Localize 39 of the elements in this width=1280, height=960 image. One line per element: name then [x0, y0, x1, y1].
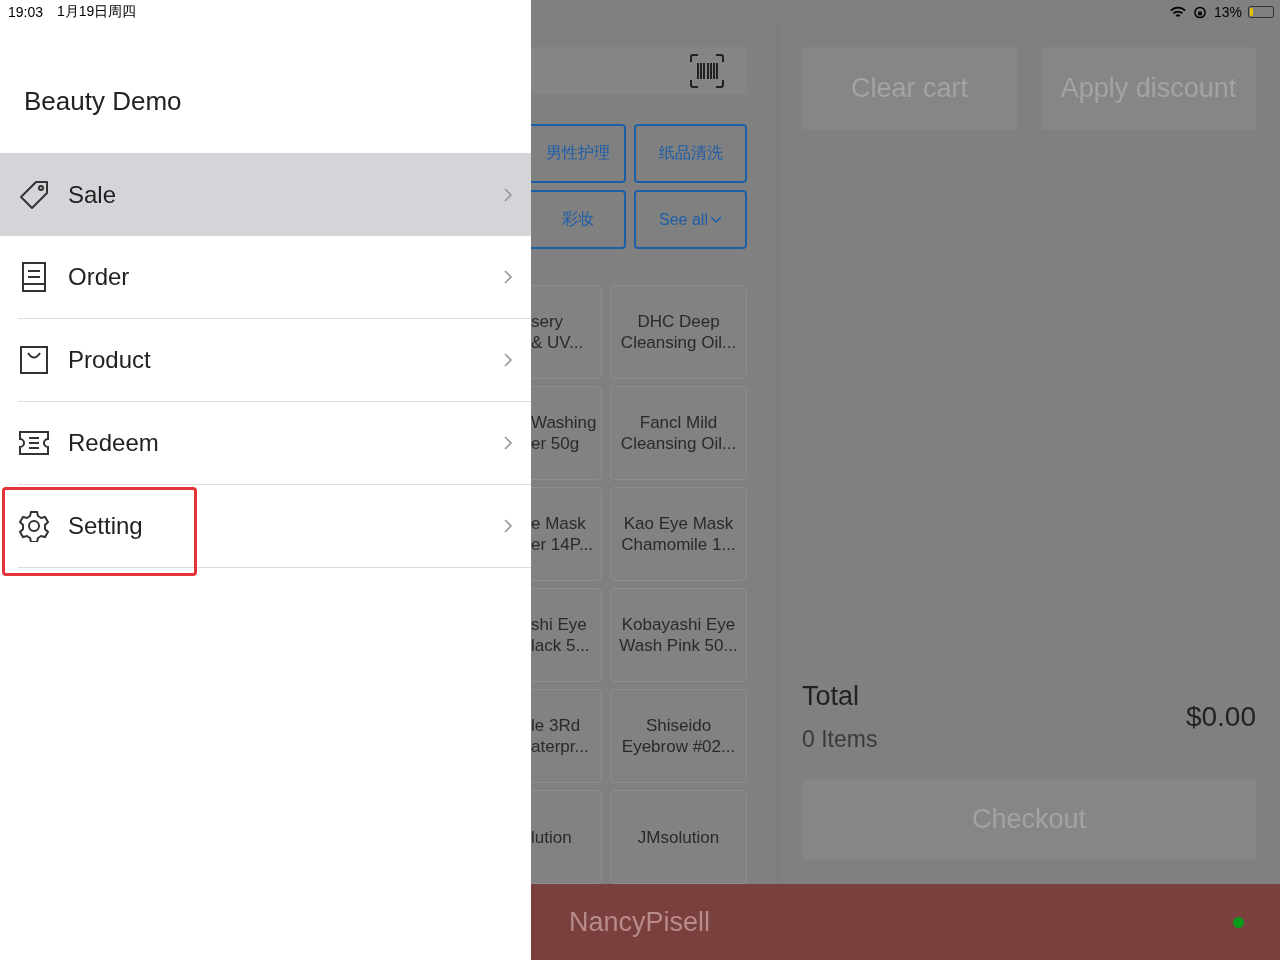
product-card[interactable]: Fancl Mild Cleansing Oil...: [610, 386, 747, 480]
chevron-icon: [503, 435, 513, 451]
status-date: 1月19日周四: [57, 3, 137, 21]
chevron-icon: [503, 352, 513, 368]
product-card[interactable]: sery & UV...: [531, 285, 602, 379]
rotation-lock-icon: [1191, 5, 1208, 19]
user-name: NancyPisell: [569, 906, 711, 938]
product-card[interactable]: e Mask er 14P...: [531, 487, 602, 581]
item-count: 0 Items: [802, 726, 878, 753]
product-card[interactable]: lution: [531, 790, 602, 884]
search-bar[interactable]: [531, 47, 747, 94]
battery-icon: [1248, 6, 1274, 18]
product-card[interactable]: le 3Rd aterpr...: [531, 689, 602, 783]
menu-item[interactable]: Redeem: [18, 402, 531, 485]
chevron-icon: [503, 186, 513, 203]
menu-item[interactable]: Order: [18, 236, 531, 319]
store-title: Beauty Demo: [23, 85, 183, 118]
product-card[interactable]: Washing er 50g: [531, 386, 602, 480]
chevron-icon: [503, 269, 513, 285]
product-card[interactable]: DHC Deep Cleansing Oil...: [610, 285, 747, 379]
battery-percent: 13%: [1213, 4, 1242, 20]
tag-icon: [18, 178, 50, 211]
status-time: 19:03: [8, 4, 44, 20]
total-label: Total: [802, 681, 861, 712]
menu-item[interactable]: Product: [18, 319, 531, 402]
product-card[interactable]: Shiseido Eyebrow #02...: [610, 689, 747, 783]
menu-item[interactable]: Setting: [18, 485, 531, 568]
product-card[interactable]: JMsolution: [610, 790, 747, 884]
total-amount: $0.00: [1185, 701, 1256, 733]
chevron-down-icon: [709, 215, 722, 224]
product-card[interactable]: Kao Eye Mask Chamomile 1...: [610, 487, 747, 581]
product-card[interactable]: shi Eye lack 5...: [531, 588, 602, 682]
settings-icon: [18, 510, 50, 542]
wifi-icon: [1169, 5, 1186, 19]
barcode-scan-icon[interactable]: [689, 52, 725, 89]
menu-item[interactable]: Sale: [0, 153, 531, 236]
bag-icon: [18, 344, 50, 376]
chevron-icon: [503, 518, 513, 534]
product-card[interactable]: Kobayashi Eye Wash Pink 50...: [610, 588, 747, 682]
